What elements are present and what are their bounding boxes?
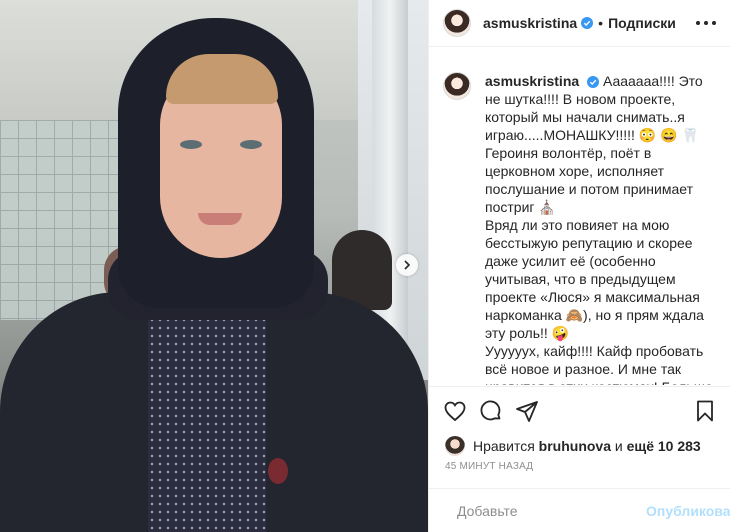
avatar[interactable] <box>443 9 471 37</box>
heart-icon[interactable] <box>443 399 467 423</box>
photo-eye <box>180 140 202 149</box>
publish-button[interactable]: Опубликовать <box>646 503 730 519</box>
verified-badge-icon <box>587 76 600 89</box>
header-username[interactable]: asmuskristina <box>483 15 577 31</box>
bookmark-icon[interactable] <box>693 399 717 423</box>
share-icon[interactable] <box>515 399 539 423</box>
likes-prefix: Нравится <box>473 438 535 454</box>
caption-body: asmuskristina Ааааааа!!!! Это не шутка!!… <box>485 72 718 385</box>
photo-mouth <box>198 213 242 225</box>
caption-section: asmuskristina Ааааааа!!!! Это не шутка!!… <box>443 60 718 385</box>
caption-username[interactable]: asmuskristina <box>485 73 579 89</box>
comment-bar: Опубликовать <box>429 488 730 532</box>
likes-line: Нравится bruhunova и ещё 10 283 <box>445 436 720 456</box>
avatar[interactable] <box>445 436 465 456</box>
more-options-icon[interactable] <box>696 14 716 32</box>
post-sidebar: asmuskristina • Подписки asmuskristina А… <box>428 0 730 532</box>
photo-brooch <box>268 458 288 484</box>
instagram-post: asmuskristina • Подписки asmuskristina А… <box>0 0 730 532</box>
post-photo[interactable] <box>0 0 428 532</box>
photo-blouse <box>148 300 266 532</box>
next-photo-button[interactable] <box>396 254 418 276</box>
header-separator: • <box>598 15 604 31</box>
more-dot <box>696 21 700 25</box>
action-bar <box>429 386 730 434</box>
likes-and: и <box>614 438 623 454</box>
avatar[interactable] <box>443 72 471 100</box>
more-dot <box>712 21 716 25</box>
following-button[interactable]: Подписки <box>608 15 676 31</box>
likes-count[interactable]: ещё 10 283 <box>627 438 701 454</box>
post-timestamp[interactable]: 45 минут назад <box>445 461 533 472</box>
caption-text: Ааааааа!!!! Это не шутка!!!! В новом про… <box>485 73 717 385</box>
verified-badge-icon <box>581 17 594 29</box>
more-dot <box>704 21 708 25</box>
comment-icon[interactable] <box>479 399 503 423</box>
likes-user[interactable]: bruhunova <box>539 438 611 454</box>
chevron-right-icon <box>404 260 411 270</box>
post-header: asmuskristina • Подписки <box>429 0 730 47</box>
comment-input[interactable] <box>457 502 638 519</box>
photo-eye <box>240 140 262 149</box>
